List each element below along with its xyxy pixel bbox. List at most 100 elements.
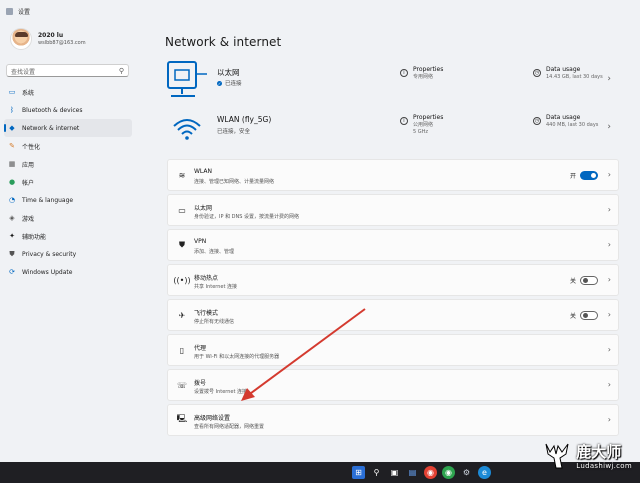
watermark: 鹿大师 Ludashiwj.com [542, 440, 632, 470]
sidebar-item-apps[interactable]: ▦ 应用 [4, 155, 132, 173]
chevron-right-icon[interactable]: › [608, 345, 611, 354]
wlan-toggle[interactable]: 开 [570, 171, 598, 180]
title-bar: 设置 [6, 5, 30, 17]
settings-icon[interactable]: ⚙ [460, 466, 473, 479]
sidebar-item-label: Windows Update [22, 268, 73, 276]
row-title: WLAN [194, 168, 213, 175]
toggle-label: 关 [569, 313, 576, 320]
settings-row-wlan[interactable]: ≋ WLAN 连接、管理已知网络、计量流量网络 开 › [167, 159, 619, 191]
sidebar-item-windows-update[interactable]: ⟳ Windows Update [4, 263, 132, 281]
data-usage-link[interactable]: ◷ Data usage 440 MB, last 30 days [533, 114, 598, 128]
row-title: 飞行模式 [194, 310, 219, 317]
connected-icon: ✓ [217, 80, 222, 86]
properties-title: Properties [413, 66, 444, 73]
chrome-icon[interactable]: ◉ [424, 466, 437, 479]
watermark-title: 鹿大师 [576, 442, 622, 461]
taskbar-icons: ⊞ ⚲ ▣ ▤ ◉ ◉ ⚙ e [352, 466, 491, 479]
toggle-switch[interactable] [580, 311, 598, 320]
monitor-icon: ▭ [8, 88, 16, 96]
properties-link[interactable]: i Properties 公用网络 5 GHz [400, 114, 443, 135]
network-pc-icon: 🖳 [176, 414, 188, 423]
page-title: Network & internet [165, 35, 282, 49]
ethernet-connection-card: 以太网 ✓ 已连接 i Properties 专用网络 ◷ Data usage 14… [165, 58, 615, 104]
row-title: VPN [194, 238, 207, 245]
user-email: wslbb87@163.com [38, 40, 86, 46]
chevron-right-icon[interactable]: › [607, 74, 611, 84]
row-subtitle: 身份验证，IP 和 DNS 设置，按流量计费的网络 [194, 214, 300, 220]
row-title: 以太网 [194, 205, 213, 212]
sidebar-item-label: Privacy & security [22, 250, 77, 258]
settings-row-advanced-network[interactable]: 🖳 高级网络设置 查看所有网络适配器，网络重置 › [167, 404, 619, 436]
dialup-icon: ☏ [177, 380, 188, 390]
sidebar-item-privacy[interactable]: ⛊ Privacy & security [4, 245, 132, 263]
windows-icon[interactable]: ⊞ [352, 466, 365, 479]
accessibility-icon: ✦ [9, 232, 15, 240]
row-subtitle: 添加、连接、管理 [194, 249, 235, 255]
toggle-switch[interactable] [580, 276, 598, 285]
settings-row-airplane[interactable]: ✈ 飞行模式 停止所有无线通信 关 › [167, 299, 619, 331]
chrome-icon[interactable]: ◉ [442, 466, 455, 479]
properties-link[interactable]: i Properties 专用网络 [400, 66, 443, 80]
chevron-right-icon[interactable]: › [608, 275, 611, 284]
data-usage-link[interactable]: ◷ Data usage 14.43 GB, last 30 days [533, 66, 603, 80]
settings-row-hotspot[interactable]: ((•)) 移动热点 共享 Internet 连接 关 › [167, 264, 619, 296]
connection-status-text: 已连接，安全 [217, 129, 251, 135]
row-subtitle: 设置拨号 Internet 连接 [194, 389, 248, 395]
sidebar-item-time-language[interactable]: ◔ Time & language [4, 191, 132, 209]
taskview-icon[interactable]: ▣ [388, 466, 401, 479]
toggle-switch[interactable] [580, 171, 598, 180]
sidebar-item-bluetooth[interactable]: ᛒ Bluetooth & devices [4, 101, 132, 119]
gamepad-icon: ◈ [9, 214, 15, 222]
search-input[interactable]: 查找设置 ⚲ [6, 64, 129, 77]
chevron-right-icon[interactable]: › [608, 240, 611, 249]
shield-icon: ⛊ [9, 249, 15, 258]
connection-status: 已连接，安全 [217, 127, 250, 135]
wifi-icon: ◆ [9, 124, 15, 132]
settings-row-dialup[interactable]: ☏ 拨号 设置拨号 Internet 连接 › [167, 369, 619, 401]
sidebar-item-gaming[interactable]: ◈ 游戏 [4, 209, 132, 227]
properties-sub: 专用网络 [413, 74, 434, 80]
sidebar-item-personalization[interactable]: ✎ 个性化 [4, 137, 132, 155]
apps-icon: ▦ [8, 160, 16, 168]
nav-list: ▭ 系统 ᛒ Bluetooth & devices ◆ Network & inte… [4, 83, 132, 281]
row-title: 高级网络设置 [194, 415, 231, 422]
data-usage-icon: ◷ [533, 117, 541, 125]
chevron-right-icon[interactable]: › [607, 122, 611, 132]
chevron-right-icon[interactable]: › [608, 205, 611, 214]
edge-icon[interactable]: e [478, 466, 491, 479]
properties-sub: 公用网络 [413, 122, 434, 128]
sidebar-item-accounts[interactable]: ● 帐户 [4, 173, 132, 191]
airplane-toggle[interactable]: 关 [570, 311, 598, 320]
ethernet-large-icon [167, 61, 207, 97]
avatar [10, 28, 32, 50]
airplane-icon: ✈ [178, 310, 186, 320]
sidebar-item-accessibility[interactable]: ✦ 辅助功能 [4, 227, 132, 245]
connection-status: ✓ 已连接 [217, 79, 242, 87]
widgets-icon[interactable]: ▤ [406, 466, 419, 479]
chevron-right-icon[interactable]: › [608, 415, 611, 424]
settings-row-proxy[interactable]: ▯ 代理 用于 Wi-Fi 和以太网连接的代理服务器 › [167, 334, 619, 366]
user-name: 2020 lu [38, 32, 64, 39]
data-usage-icon: ◷ [533, 69, 541, 77]
vpn-shield-icon: ⛊ [179, 240, 185, 249]
settings-row-vpn[interactable]: ⛊ VPN 添加、连接、管理 › [167, 229, 619, 261]
chevron-right-icon[interactable]: › [608, 380, 611, 389]
window-title: 设置 [18, 8, 31, 16]
deer-logo-icon [545, 443, 569, 469]
sidebar-item-label: 系统 [22, 89, 35, 97]
sidebar-item-system[interactable]: ▭ 系统 [4, 83, 132, 101]
chevron-right-icon[interactable]: › [608, 170, 611, 179]
row-subtitle: 停止所有无线通信 [194, 319, 235, 325]
sidebar-item-label: 游戏 [22, 215, 35, 223]
user-card[interactable]: 2020 lu wslbb87@163.com [10, 28, 86, 50]
hotspot-toggle[interactable]: 关 [570, 276, 598, 285]
sidebar-item-label: 应用 [22, 161, 35, 169]
search-icon[interactable]: ⚲ [370, 466, 383, 479]
sidebar-item-network[interactable]: ◆ Network & internet [4, 119, 132, 137]
hotspot-icon: ((•)) [173, 275, 191, 285]
sidebar-item-label: 帐户 [22, 179, 35, 187]
chevron-right-icon[interactable]: › [608, 310, 611, 319]
settings-row-ethernet[interactable]: ▭ 以太网 身份验证，IP 和 DNS 设置，按流量计费的网络 › [167, 194, 619, 226]
connection-name: WLAN (fly_5G) [217, 115, 272, 124]
row-title: 移动热点 [194, 275, 219, 282]
